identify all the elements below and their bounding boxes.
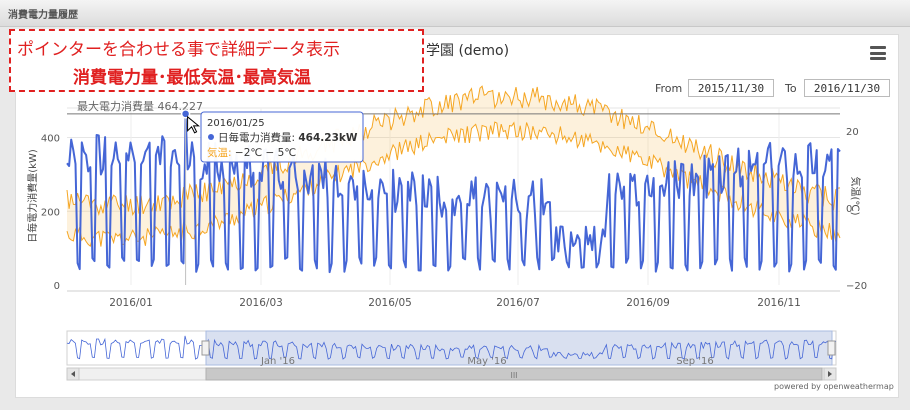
x-tick-label: 2016/03 [239,297,283,309]
tooltip-temp-label: 気温: [207,146,235,159]
x-tick-label: 2016/11 [757,297,801,309]
y-right-tick-label: −20 [846,281,867,292]
x-tick-label: 2016/09 [626,297,670,309]
tooltip-series-value: 464.23kW [298,132,358,144]
tooltip-series-line: 日毎電力消費量: 464.23kW [218,131,358,144]
x-tick-label: 2016/01 [109,297,153,309]
y-left-tick-label: 0 [54,281,60,292]
navigator-tick-label: Jan '16 [260,356,295,367]
tooltip-temp-value: −2℃ − 5℃ [235,147,296,159]
navigator-left-handle [201,340,210,356]
credit-text: powered by openweathermap [774,382,894,391]
x-tick-label: 2016/07 [496,297,540,309]
tooltip: 2016/01/25日毎電力消費量: 464.23kW気温: −2℃ − 5℃ [200,111,364,163]
tooltip-date: 2016/01/25 [207,118,265,129]
y-right-tick-label: 20 [846,127,859,138]
annotation-line-1: ポインターを合わせる事で詳細データ表示 [17,40,340,60]
tooltip-temperature-line: 気温: −2℃ − 5℃ [207,146,296,159]
navigator-tick-label: Sep '16 [676,356,714,367]
navigator-right-handle [827,340,836,356]
y-left-tick-label: 200 [41,207,60,218]
tooltip-series-label: 日毎電力消費量: [218,131,298,144]
y-right-axis-label: 気温(℃) [849,176,862,215]
annotation-line-2: 消費電力量･最低気温･最高気温 [73,68,311,88]
tooltip-series-marker [208,134,214,140]
scrollbar-grip-icon: III [510,371,517,380]
navigator-tick-label: May '16 [467,356,506,367]
annotation-callout: ポインターを合わせる事で詳細データ表示 消費電力量･最低気温･最高気温 [9,29,424,92]
x-tick-label: 2016/05 [368,297,412,309]
navigator[interactable]: Jan '16 May '16 Sep '16 III [66,330,837,381]
navigator-selection [205,330,833,366]
mouse-cursor-icon [187,115,200,134]
y-left-axis-label: 日毎電力消費量(kW) [26,149,39,243]
highlight-point [180,109,191,119]
y-left-tick-label: 400 [41,134,60,145]
